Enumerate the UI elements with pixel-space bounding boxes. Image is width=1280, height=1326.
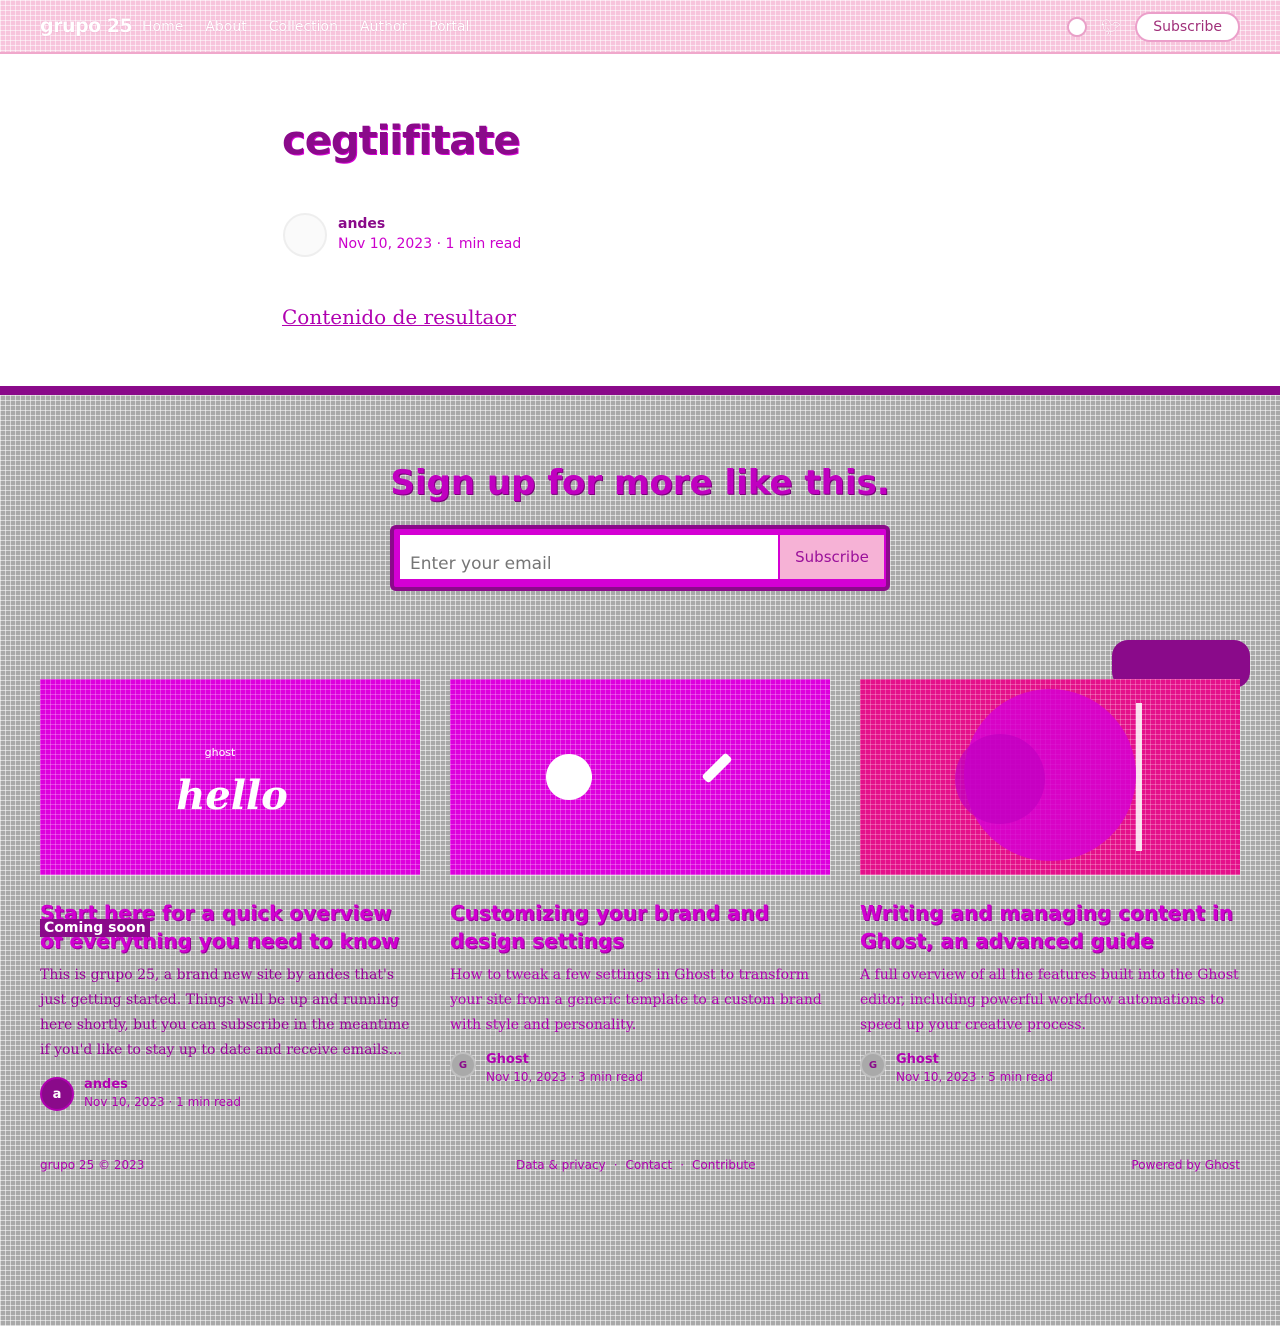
circle-shape [546, 754, 592, 800]
post-body: Contenido de resultaor [282, 305, 517, 329]
card-image[interactable] [450, 679, 830, 875]
signup-form: Subscribe [390, 525, 890, 591]
site-header: grupo 25 Home About Collection Author Po… [0, 0, 1280, 54]
card-meta: Nov 10, 2023 · 3 min read [486, 1070, 644, 1084]
main-nav: Home About Collection Author Portal [142, 19, 469, 35]
site-logo[interactable]: grupo 25 [40, 15, 133, 37]
post-card[interactable]: ghost hello Start here for a quick overv… [40, 679, 420, 1111]
footer-link-contribute[interactable]: Contribute [692, 1158, 756, 1172]
author-name[interactable]: andes [338, 216, 385, 232]
card-title[interactable]: Customizing your brand and design settin… [450, 899, 830, 955]
card-excerpt: How to tweak a few settings in Ghost to … [450, 967, 822, 1033]
avatar[interactable]: G [450, 1052, 476, 1078]
card-author-name[interactable]: Ghost [486, 1052, 643, 1068]
footer-link-contact[interactable]: Contact [626, 1158, 673, 1172]
footer-separator: · [613, 1158, 618, 1172]
coming-soon-badge: Coming soon [40, 919, 150, 937]
footer-separator: · [680, 1158, 685, 1172]
illustration-subtext: ghost [205, 746, 236, 759]
article-title: cegtiifitate [282, 118, 520, 164]
pencil-shape [702, 753, 732, 783]
card-author-name[interactable]: andes [84, 1077, 241, 1093]
nav-item-author[interactable]: Author [360, 19, 407, 35]
post-card[interactable]: Customizing your brand and design settin… [450, 679, 830, 1086]
avatar[interactable]: G [860, 1052, 886, 1078]
signup-title: Sign up for more like this. [390, 463, 890, 503]
footer-links: Data & privacy · Contact · Contribute [516, 1158, 756, 1172]
vertical-bar-shape [1136, 703, 1142, 851]
card-image[interactable] [860, 679, 1240, 875]
powered-by-ghost[interactable]: Powered by Ghost [1131, 1158, 1240, 1172]
card-meta: Nov 10, 2023 · 1 min read [84, 1095, 242, 1109]
facebook-icon[interactable] [1066, 17, 1087, 37]
nav-item-collection[interactable]: Collection [269, 19, 338, 35]
avatar[interactable]: a [40, 1077, 74, 1111]
email-input[interactable] [400, 535, 778, 579]
illustration-text: hello [176, 772, 288, 819]
card-author: G Ghost Nov 10, 2023 · 5 min read [860, 1052, 1240, 1086]
card-image[interactable]: ghost hello [40, 679, 420, 875]
nav-item-portal[interactable]: Portal [429, 19, 469, 35]
card-meta: Nov 10, 2023 · 5 min read [896, 1070, 1054, 1084]
design-illustration [546, 753, 732, 800]
small-circle-shape [955, 734, 1045, 824]
post-meta: Nov 10, 2023 · 1 min read [338, 236, 522, 252]
nav-item-about[interactable]: About [205, 19, 246, 35]
signup-subscribe-button[interactable]: Subscribe [780, 535, 884, 579]
card-author: a andes Nov 10, 2023 · 1 min read [40, 1077, 420, 1111]
lower-section: Sign up for more like this. Subscribe gh… [0, 386, 1280, 1326]
card-author: G Ghost Nov 10, 2023 · 3 min read [450, 1052, 830, 1086]
card-excerpt: A full overview of all the features buil… [860, 967, 1239, 1033]
twitter-icon[interactable]: 🐦︎ [1101, 18, 1121, 37]
card-excerpt: This is grupo 25, a brand new site by an… [40, 967, 410, 1058]
author-avatar[interactable] [283, 213, 327, 257]
card-author-name[interactable]: Ghost [896, 1052, 1053, 1068]
nav-item-home[interactable]: Home [142, 19, 183, 35]
hello-illustration: ghost hello [176, 746, 288, 819]
footer-copyright: grupo 25 © 2023 [40, 1158, 145, 1172]
footer-link-privacy[interactable]: Data & privacy [516, 1158, 606, 1172]
header-subscribe-button[interactable]: Subscribe [1135, 12, 1240, 42]
writing-illustration [955, 689, 1142, 861]
card-title[interactable]: Writing and managing content in Ghost, a… [860, 899, 1240, 955]
header-actions: 🐦︎ Subscribe [1066, 12, 1240, 42]
post-card[interactable]: Writing and managing content in Ghost, a… [860, 679, 1240, 1086]
